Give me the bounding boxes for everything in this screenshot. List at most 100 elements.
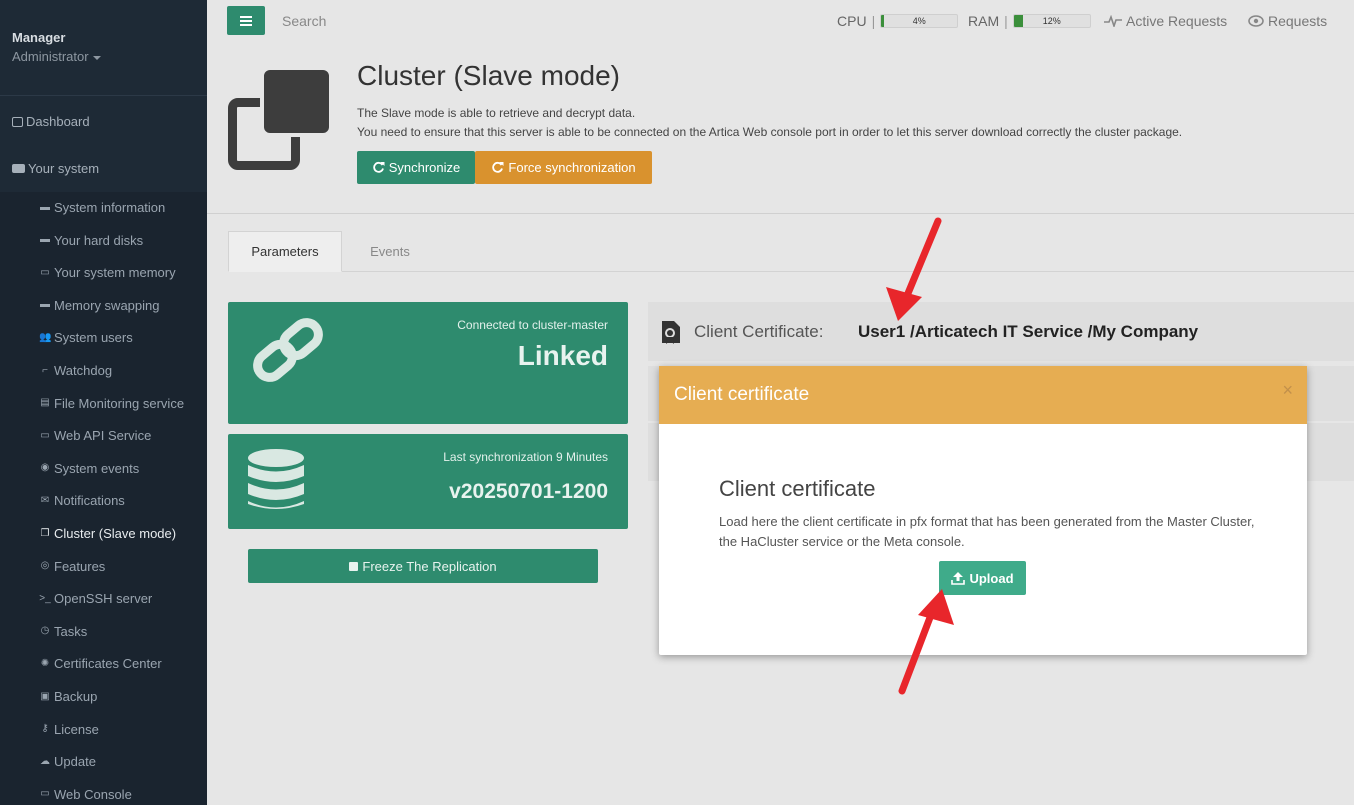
cluster-icon: ❐	[40, 527, 50, 539]
synchronize-button[interactable]: Synchronize	[357, 151, 475, 184]
synchronize-label: Synchronize	[388, 160, 461, 175]
requests-label: Requests	[1268, 13, 1328, 29]
sidebar-item-dashboard[interactable]: Dashboard	[12, 114, 90, 129]
memory-icon: ▭	[40, 266, 50, 278]
sidebar-item-label: Backup	[54, 689, 98, 704]
profile-role[interactable]: Administrator	[12, 49, 101, 64]
profile-name: Manager	[12, 30, 66, 45]
active-requests-link[interactable]: Active Requests	[1104, 13, 1227, 29]
sidebar-item[interactable]: ▬ Memory swapping	[39, 298, 160, 313]
cloud-download-icon: ☁	[40, 755, 50, 767]
annotation-arrow	[898, 589, 954, 695]
sidebar-item-label: Web API Service	[54, 428, 152, 444]
sidebar-item[interactable]: ▤ File Monitoring service	[39, 396, 184, 411]
client-certificate-value[interactable]: User1 /Articatech IT Service /My Company	[858, 322, 1198, 342]
sidebar-item[interactable]: ▣ Backup	[39, 689, 97, 704]
sidebar-item[interactable]: ▬ System information	[39, 200, 165, 215]
caret-down-icon	[92, 55, 101, 60]
tab-parameters[interactable]: Parameters	[228, 231, 342, 272]
api-icon: ▭	[40, 429, 50, 441]
last-sync-panel: Last synchronization 9 Minutes v20250701…	[228, 434, 628, 529]
sidebar-item[interactable]: 👥 System users	[39, 330, 133, 345]
user-profile[interactable]: Manager Administrator	[12, 30, 101, 64]
search-input[interactable]: Search	[282, 13, 326, 29]
tab-events[interactable]: Events	[342, 231, 438, 272]
sidebar-item-label: License	[54, 721, 99, 737]
modal-description: Load here the client certificate in pfx …	[719, 514, 1255, 549]
menu-toggle-button[interactable]	[227, 6, 265, 35]
sidebar-item-label: Watchdog	[54, 363, 113, 378]
page-title: Cluster (Slave mode)	[357, 60, 620, 91]
upload-label: Upload	[969, 570, 1014, 586]
topbar: Search CPU | 4% RAM | 12% Active Request…	[207, 0, 1354, 42]
sidebar-item[interactable]: ▭ Web Console	[39, 787, 132, 802]
close-icon[interactable]: ×	[1282, 380, 1293, 401]
header-divider	[207, 213, 1354, 214]
sidebar-item-label: System users	[54, 330, 133, 346]
cluster-icon	[228, 66, 333, 171]
freeze-replication-label: Freeze The Replication	[362, 558, 497, 574]
description-line: The Slave mode is able to retrieve and d…	[357, 106, 636, 120]
sidebar-item[interactable]: ◉ System events	[39, 460, 140, 476]
sidebar-item[interactable]: ◷ Tasks	[39, 623, 88, 639]
page-description: The Slave mode is able to retrieve and d…	[357, 104, 1182, 142]
sidebar-item[interactable]: >_ OpenSSH server	[39, 591, 152, 606]
sidebar-item[interactable]: ⌐ Watchdog	[39, 363, 112, 378]
sidebar-item-label: System events	[54, 460, 140, 476]
sidebar-item-label: Your hard disks	[54, 232, 144, 248]
envelope-icon: ✉	[40, 494, 50, 506]
requests-link[interactable]: Requests	[1248, 13, 1327, 29]
separator: |	[1004, 13, 1008, 29]
sidebar-item-label: Dashboard	[26, 114, 90, 129]
sidebar-item[interactable]: ✉ Notifications	[39, 493, 125, 508]
ram-value: 12%	[1042, 16, 1061, 26]
description-line: You need to ensure that this server is a…	[357, 125, 1183, 139]
sidebar-item-label: Tasks	[54, 623, 88, 639]
modal-header: Client certificate ×	[659, 366, 1307, 424]
cpu-meter: CPU | 4%	[837, 13, 959, 29]
sidebar-item-label: Your system memory	[54, 265, 176, 281]
ram-label: RAM	[968, 13, 1000, 29]
sidebar-item-label: Web Console	[54, 786, 132, 802]
key-icon: ⚷	[41, 723, 49, 735]
sidebar-item[interactable]: ⚷ License	[39, 721, 99, 737]
modal-title: Client certificate	[674, 384, 810, 405]
freeze-replication-button[interactable]: Freeze The Replication	[248, 549, 598, 583]
refresh-icon	[492, 161, 504, 173]
sidebar-item[interactable]: ▭ Your system memory	[39, 265, 176, 281]
ram-meter: RAM | 12%	[968, 13, 1091, 29]
annotation-arrow	[886, 217, 942, 321]
cluster-link-status-panel: Connected to cluster-master Linked	[228, 302, 628, 424]
sidebar: Manager Administrator Dashboard Your sys…	[0, 0, 207, 805]
sidebar-item[interactable]: ▬ Your hard disks	[39, 233, 143, 248]
link-icon	[253, 318, 323, 382]
cpu-label: CPU	[837, 13, 867, 29]
sidebar-item[interactable]: ❐ Cluster (Slave mode)	[39, 526, 177, 541]
heartbeat-icon	[1104, 15, 1122, 27]
profile-role-label: Administrator	[12, 49, 89, 64]
sidebar-item[interactable]: ◎ Features	[39, 558, 106, 574]
hdd-icon: ▬	[40, 234, 50, 246]
refresh-icon	[373, 161, 385, 173]
sidebar-item-your-system[interactable]: Your system	[12, 161, 99, 176]
sidebar-item[interactable]: ▭ Web API Service	[39, 428, 151, 443]
dog-icon: ⌐	[42, 364, 48, 376]
sidebar-item[interactable]: ☁ Update	[39, 754, 96, 769]
server-icon: ▬	[40, 201, 50, 213]
eye-icon	[1248, 15, 1264, 27]
sidebar-item[interactable]: ✺ Certificates Center	[39, 656, 162, 671]
swap-icon: ▬	[40, 299, 50, 311]
cpu-gauge: 4%	[880, 14, 959, 28]
modal-heading: Client certificate	[719, 476, 876, 501]
cpu-value: 4%	[912, 16, 926, 26]
clock-icon: ◷	[40, 625, 50, 637]
sidebar-item-label: Features	[54, 558, 106, 574]
force-synchronization-button[interactable]: Force synchronization	[475, 151, 652, 184]
eye-icon: ◉	[40, 462, 50, 474]
active-requests-label: Active Requests	[1126, 13, 1228, 29]
file-icon: ▤	[40, 397, 50, 409]
window-icon: ▭	[40, 788, 50, 800]
client-certificate-modal: Client certificate × Client certificate …	[659, 366, 1307, 655]
link-status-value: Linked	[517, 340, 608, 371]
sidebar-item-label: Memory swapping	[54, 297, 160, 313]
